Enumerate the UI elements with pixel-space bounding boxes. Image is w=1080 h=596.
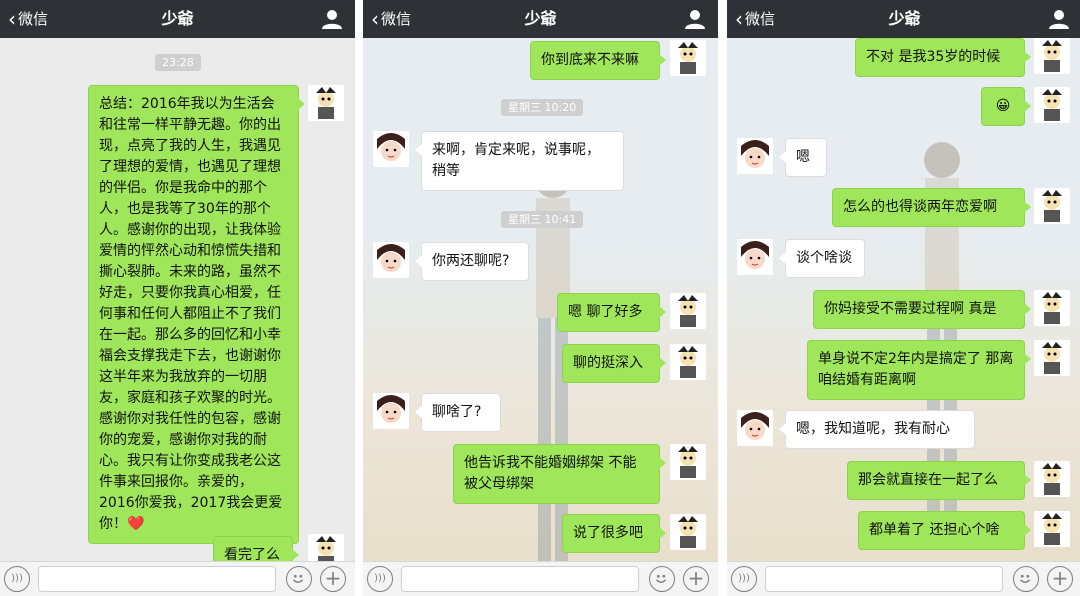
plus-icon[interactable]: +	[683, 566, 709, 592]
avatar	[1034, 340, 1070, 376]
message-bubble[interactable]: 嗯，我知道呢，我有耐心	[779, 410, 975, 449]
message-input[interactable]	[765, 566, 1003, 592]
voice-icon[interactable]: )))	[367, 566, 393, 592]
navbar: ‹ 微信 少爺	[0, 0, 355, 38]
avatar	[308, 85, 344, 121]
message-bubble[interactable]: 谈个啥谈	[779, 239, 865, 278]
message-input[interactable]	[38, 566, 276, 592]
voice-icon[interactable]: )))	[4, 566, 30, 592]
message-input[interactable]	[401, 566, 639, 592]
timestamp: 星期三 10:20	[501, 99, 584, 116]
person-icon[interactable]	[684, 8, 706, 30]
message-bubble[interactable]: 说了很多吧	[562, 514, 666, 553]
input-bar: ))) +	[0, 561, 355, 596]
chat-panel-3: ‹ 微信 少爺 不对 是我35岁的时候 😀 嗯 怎么的也得谈两年恋爱啊 谈个啥谈…	[727, 0, 1080, 596]
avatar	[373, 393, 409, 429]
avatar	[737, 138, 773, 174]
person-icon[interactable]	[1048, 8, 1070, 30]
input-bar: ))) +	[727, 561, 1080, 596]
avatar	[1034, 461, 1070, 497]
avatar	[737, 239, 773, 275]
message-bubble[interactable]: 聊的挺深入	[562, 344, 666, 383]
plus-icon[interactable]: +	[1047, 566, 1073, 592]
avatar	[670, 444, 706, 480]
timestamp: 23:28	[155, 54, 201, 71]
message-bubble[interactable]: 他告诉我不能婚姻绑架 不能被父母绑架	[453, 444, 666, 504]
avatar	[1034, 290, 1070, 326]
plus-icon[interactable]: +	[320, 566, 346, 592]
chat-panel-2: ‹ 微信 少爺 你到底来不来嘛 星期三 10:20 来啊，肯定来呢，说事呢，稍等…	[363, 0, 718, 596]
chat-title: 少爺	[524, 9, 557, 28]
timestamp: 星期三 10:41	[501, 211, 584, 228]
message-bubble[interactable]: 那会就直接在一起了么	[847, 461, 1031, 500]
avatar	[737, 410, 773, 446]
avatar	[1034, 188, 1070, 224]
message-bubble[interactable]: 你两还聊呢?	[415, 242, 529, 281]
message-bubble[interactable]: 来啊，肯定来呢，说事呢，稍等	[415, 131, 624, 191]
emoji-face-icon[interactable]	[286, 566, 312, 592]
input-bar: ))) +	[363, 561, 718, 596]
message-bubble[interactable]: 嗯 聊了好多	[557, 293, 666, 332]
avatar	[670, 40, 706, 76]
message-bubble[interactable]: 聊啥了?	[415, 393, 501, 432]
avatar	[670, 293, 706, 329]
navbar: ‹ 微信 少爺	[363, 0, 718, 38]
avatar	[1034, 511, 1070, 547]
message-bubble[interactable]: 你妈接受不需要过程啊 真是	[813, 290, 1031, 329]
message-bubble[interactable]: 嗯	[779, 138, 827, 177]
message-bubble[interactable]: 都单着了 还担心个啥	[858, 511, 1031, 550]
avatar	[373, 131, 409, 167]
message-bubble[interactable]: 不对 是我35岁的时候	[855, 38, 1031, 77]
person-icon[interactable]	[321, 8, 343, 30]
emoji-face-icon[interactable]	[649, 566, 675, 592]
message-bubble[interactable]: 单身说不定2年内是搞定了 那离咱结婚有距离啊	[807, 340, 1031, 400]
chat-panel-1: ‹ 微信 少爺 23:28 总结：2016年我以为生活会和往常一样平静无趣。你的…	[0, 0, 355, 596]
emoji-face-icon[interactable]	[1013, 566, 1039, 592]
navbar: ‹ 微信 少爺	[727, 0, 1080, 38]
chat-title: 少爺	[161, 9, 194, 28]
avatar	[670, 514, 706, 550]
message-bubble[interactable]: 你到底来不来嘛	[530, 41, 666, 80]
avatar	[670, 344, 706, 380]
message-bubble[interactable]: 怎么的也得谈两年恋爱啊	[832, 188, 1031, 227]
message-bubble[interactable]: 总结：2016年我以为生活会和往常一样平静无趣。你的出现，点亮了我的人生，我遇见…	[88, 85, 305, 544]
chat-title: 少爺	[888, 9, 921, 28]
avatar	[1034, 87, 1070, 123]
voice-icon[interactable]: )))	[731, 566, 757, 592]
avatar	[373, 242, 409, 278]
avatar	[1034, 38, 1070, 74]
message-bubble[interactable]: 😀	[981, 87, 1031, 126]
